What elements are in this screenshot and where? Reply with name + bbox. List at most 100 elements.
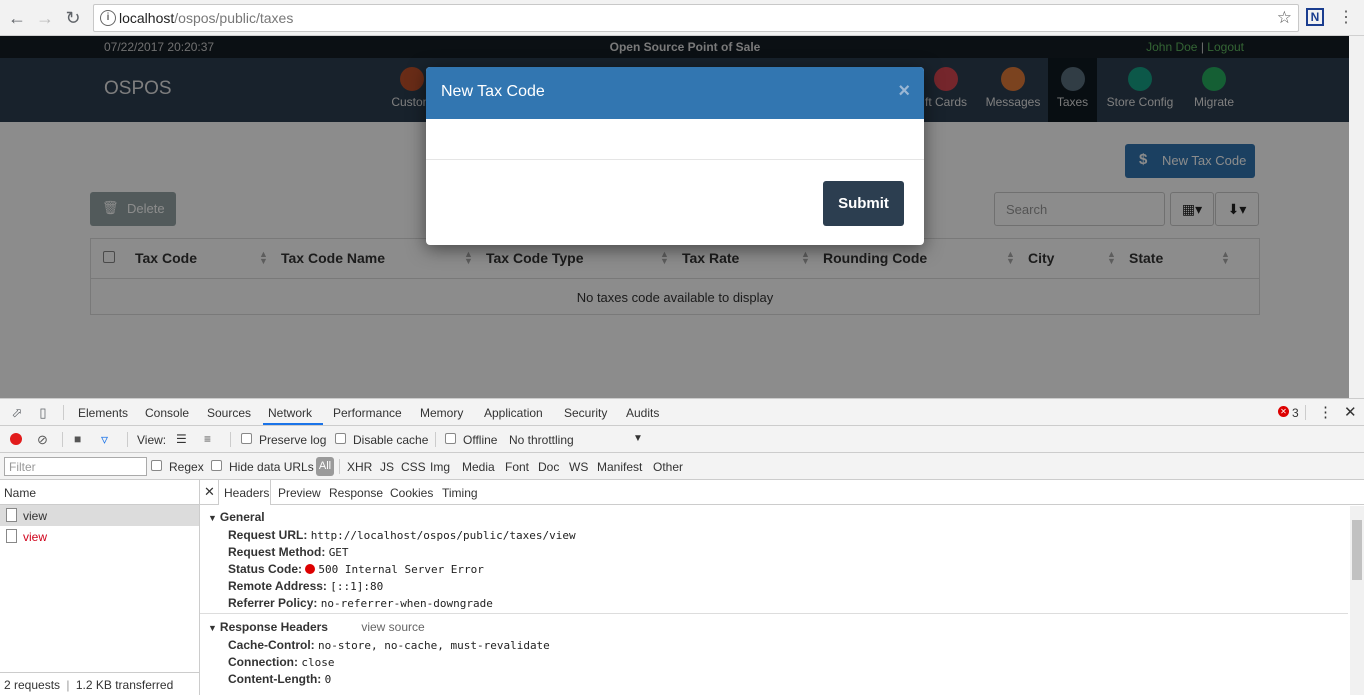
- header-row: Remote Address: [::1]:80: [228, 579, 384, 593]
- error-icon[interactable]: ✕: [1278, 406, 1289, 417]
- tab-security[interactable]: Security: [564, 406, 607, 420]
- forward-arrow-icon[interactable]: →: [34, 7, 56, 29]
- status-error-dot-icon: [305, 564, 316, 574]
- network-toolbar: ⊘ ■ ▿ View: ☰ ≡ Preserve log Disable cac…: [0, 426, 1364, 453]
- web-page: 07/22/2017 20:20:37 Open Source Point of…: [0, 36, 1349, 398]
- clear-icon[interactable]: ⊘: [37, 432, 48, 448]
- modal-title: New Tax Code: [441, 83, 545, 100]
- tab-network[interactable]: Network: [268, 406, 312, 420]
- filter-type-doc[interactable]: Doc: [538, 460, 559, 474]
- bookmark-star-icon[interactable]: ☆: [1277, 8, 1292, 28]
- reload-icon[interactable]: ↻: [62, 7, 84, 29]
- request-summary: 2 requests | 1.2 KB transferred: [0, 672, 199, 695]
- regex-checkbox[interactable]: [151, 460, 162, 471]
- devtools-menu-icon[interactable]: ⋮: [1318, 403, 1333, 421]
- filter-type-js[interactable]: JS: [380, 460, 394, 474]
- document-icon: [6, 529, 17, 543]
- name-column-header[interactable]: Name: [0, 480, 199, 505]
- header-row: Cache-Control: no-store, no-cache, must-…: [228, 638, 550, 652]
- browser-menu-icon[interactable]: ⋮: [1338, 8, 1354, 28]
- header-row: Request Method: GET: [228, 545, 349, 559]
- chevron-down-icon[interactable]: ▼: [633, 433, 643, 444]
- tab-sources[interactable]: Sources: [207, 406, 251, 420]
- view-source-link[interactable]: view source: [361, 620, 424, 634]
- detail-scrollbar[interactable]: [1350, 506, 1364, 695]
- divider: [230, 432, 231, 447]
- filter-type-img[interactable]: Img: [430, 460, 450, 474]
- filter-type-font[interactable]: Font: [505, 460, 529, 474]
- waterfall-view-icon[interactable]: ≡: [204, 432, 211, 446]
- header-row: Status Code: 500 Internal Server Error: [228, 562, 484, 576]
- request-detail-panel: ✕ Headers Preview Response Cookies Timin…: [200, 480, 1364, 695]
- header-row: Content-Length: 0: [228, 672, 332, 686]
- tab-memory[interactable]: Memory: [420, 406, 463, 420]
- offline-label: Offline: [463, 433, 498, 447]
- request-list-panel: Name view view 2 requests | 1.2 KB trans…: [0, 480, 200, 695]
- submit-button[interactable]: Submit: [823, 181, 904, 226]
- request-count: 2 requests: [4, 678, 61, 692]
- error-count[interactable]: 3: [1292, 406, 1299, 420]
- tab-cookies[interactable]: Cookies: [390, 486, 433, 500]
- divider: [63, 405, 64, 420]
- active-tab-indicator: [263, 423, 323, 425]
- summary-divider: |: [66, 678, 70, 692]
- response-headers-section-header[interactable]: ▼ Response Headers view source: [208, 620, 425, 634]
- filter-type-ws[interactable]: WS: [569, 460, 588, 474]
- close-icon[interactable]: ×: [898, 80, 910, 103]
- network-filter-bar: Filter Regex Hide data URLs All XHR JS C…: [0, 453, 1364, 480]
- disable-cache-label: Disable cache: [353, 433, 429, 447]
- page-scrollbar[interactable]: [1349, 36, 1364, 398]
- devtools-tab-bar: ⬀ ▯ Elements Console Sources Network Per…: [0, 399, 1364, 426]
- preserve-log-checkbox[interactable]: [241, 433, 252, 444]
- filter-input[interactable]: Filter: [4, 457, 147, 476]
- throttling-select[interactable]: No throttling: [509, 433, 574, 447]
- divider: [127, 432, 128, 447]
- inspect-element-icon[interactable]: ⬀: [6, 402, 28, 424]
- tab-timing[interactable]: Timing: [442, 486, 478, 500]
- list-view-icon[interactable]: ☰: [176, 432, 187, 446]
- disable-cache-checkbox[interactable]: [335, 433, 346, 444]
- modal-header: New Tax Code ×: [426, 67, 924, 119]
- filter-type-xhr[interactable]: XHR: [347, 460, 372, 474]
- tab-console[interactable]: Console: [145, 406, 189, 420]
- record-icon[interactable]: [10, 433, 22, 445]
- expand-triangle-icon: ▼: [208, 513, 217, 523]
- address-bar[interactable]: i localhost/ospos/public/taxes ☆: [93, 4, 1299, 32]
- extension-icon[interactable]: N: [1306, 8, 1324, 26]
- header-row: Request URL: http://localhost/ospos/publ…: [228, 528, 576, 542]
- request-name: view: [23, 509, 48, 523]
- detail-tab-bar: ✕ Headers Preview Response Cookies Timin…: [200, 480, 1364, 505]
- hide-data-urls-checkbox[interactable]: [211, 460, 222, 471]
- tab-application[interactable]: Application: [484, 406, 543, 420]
- close-detail-icon[interactable]: ✕: [204, 484, 215, 500]
- request-row[interactable]: view: [0, 526, 199, 547]
- header-row: Connection: close: [228, 655, 335, 669]
- scrollbar-thumb[interactable]: [1352, 520, 1362, 580]
- filter-type-other[interactable]: Other: [653, 460, 683, 474]
- general-section-header[interactable]: ▼ General: [208, 510, 265, 524]
- address-url: localhost/ospos/public/taxes: [119, 10, 294, 26]
- tab-audits[interactable]: Audits: [626, 406, 659, 420]
- filter-icon[interactable]: ▿: [101, 431, 108, 448]
- tab-preview[interactable]: Preview: [278, 486, 321, 500]
- camera-icon[interactable]: ■: [74, 432, 81, 446]
- close-devtools-icon[interactable]: ✕: [1344, 403, 1357, 421]
- info-icon[interactable]: i: [100, 10, 116, 26]
- filter-type-media[interactable]: Media: [462, 460, 495, 474]
- tab-response[interactable]: Response: [329, 486, 383, 500]
- devtools-panel: ⬀ ▯ Elements Console Sources Network Per…: [0, 398, 1364, 695]
- header-row: Referrer Policy: no-referrer-when-downgr…: [228, 596, 493, 610]
- filter-type-all[interactable]: All: [316, 457, 334, 476]
- device-toolbar-icon[interactable]: ▯: [32, 402, 54, 424]
- offline-checkbox[interactable]: [445, 433, 456, 444]
- request-row[interactable]: view: [0, 505, 199, 526]
- back-arrow-icon[interactable]: ←: [6, 7, 28, 29]
- filter-type-css[interactable]: CSS: [401, 460, 426, 474]
- filter-type-manifest[interactable]: Manifest: [597, 460, 642, 474]
- tab-headers[interactable]: Headers: [224, 486, 269, 500]
- section-divider: [200, 613, 1348, 614]
- expand-triangle-icon: ▼: [208, 623, 217, 633]
- divider: [435, 432, 436, 447]
- tab-performance[interactable]: Performance: [333, 406, 402, 420]
- tab-elements[interactable]: Elements: [78, 406, 128, 420]
